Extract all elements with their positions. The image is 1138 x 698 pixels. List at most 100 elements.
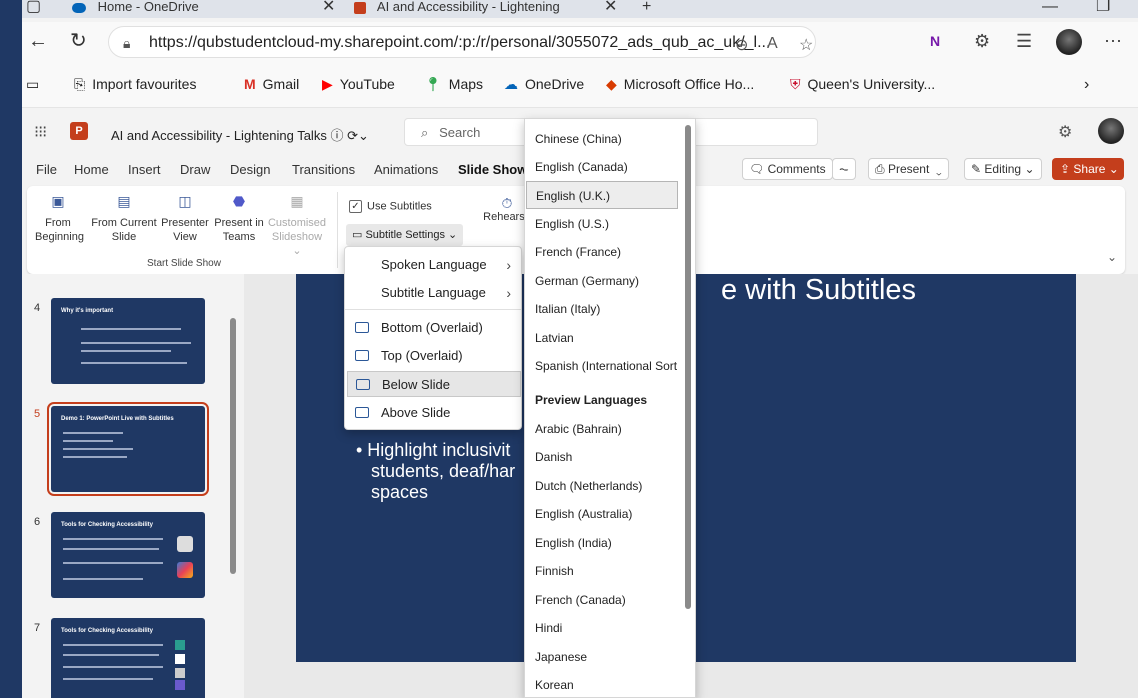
slide-thumbnail-selected[interactable]: Demo 1: PowerPoint Live with Subtitles [47,402,209,496]
thumbnail-text [63,456,127,458]
thumbnails-scrollbar[interactable] [230,318,236,574]
menu-item-top-overlaid[interactable]: Top (Overlaid) [347,343,521,369]
language-option[interactable]: Spanish (International Sort [526,352,678,380]
language-option[interactable]: Italian (Italy) [526,295,678,323]
thumbnail-text [81,328,181,330]
language-option-selected[interactable]: English (U.K.) [526,181,678,209]
presenter-view-button[interactable]: ◫ Presenter View [161,194,209,244]
favourites-overflow-icon[interactable]: › [1084,76,1089,94]
settings-gear-icon[interactable]: ⚙ [1058,122,1072,142]
menu-item-above-slide[interactable]: Above Slide [347,400,521,426]
app-launcher-icon[interactable]: ⁝⁝⁝ [34,122,47,142]
subtitle-settings-button[interactable]: ▭ Subtitle Settings ⌄ [346,224,464,246]
language-option[interactable]: English (Australia) [526,500,678,528]
read-aloud-icon[interactable]: A [767,35,778,53]
tool-logo-icon [175,654,185,664]
menu-item-subtitle-language[interactable]: Subtitle Language › [347,280,521,306]
fav-office[interactable]: ◆ Microsoft Office Ho... [606,76,754,93]
account-avatar[interactable] [1098,118,1124,144]
use-subtitles-checkbox[interactable]: ✓ Use Subtitles [349,200,432,213]
activity-icon: ⏦ [839,162,849,176]
language-option[interactable]: Chinese (China) [526,125,678,153]
from-current-slide-button[interactable]: ▤ From Current Slide [91,194,157,244]
collections-icon[interactable]: ▭ [26,76,39,93]
slide-thumbnail[interactable]: Tools for Checking Accessibility [51,512,205,598]
close-tab-icon[interactable]: ✕ [322,0,335,15]
language-option[interactable]: Japanese [526,643,678,671]
app-logo-icon [177,562,193,578]
fav-gmail[interactable]: M Gmail [244,76,299,92]
from-beginning-button[interactable]: ▣ From Beginning [35,194,84,244]
favourite-star-icon[interactable]: ☆ [799,35,813,55]
back-icon[interactable]: ← [28,30,48,52]
language-option[interactable]: English (Canada) [526,153,678,181]
minimize-icon[interactable]: — [1042,0,1058,15]
thumbnail-text [81,362,187,364]
slide-bullet: • Highlight inclusivit students, deaf/ha… [356,440,516,502]
share-button[interactable]: ⇪ Share ⌄ [1052,158,1124,180]
tab-onedrive[interactable]: Home - OneDrive [72,0,199,18]
fav-youtube[interactable]: ▶ YouTube [322,76,395,93]
thumbnail-text [63,548,159,550]
tab-file[interactable]: File [36,162,57,177]
tab-draw[interactable]: Draw [180,162,210,177]
close-tab-icon[interactable]: ✕ [604,0,617,15]
slide-number: 7 [34,622,41,634]
fav-import[interactable]: ⎘ Import favourites [74,76,196,93]
ribbon-expand-icon[interactable]: ⌄ [1107,250,1117,264]
thumbnail-text [63,666,163,668]
presenter-view-label: Presenter View [161,217,209,243]
slide-thumbnail[interactable]: Why it's important [51,298,205,384]
slide-thumbnail[interactable]: Tools for Checking Accessibility [51,618,205,698]
help-icon[interactable]: ⓘ [330,128,343,143]
autosave-icon[interactable]: ⟳⌄ [347,128,369,143]
catch-up-button[interactable]: ⏦ [832,158,856,180]
language-option[interactable]: English (India) [526,529,678,557]
fav-queens[interactable]: ⛨ Queen's University... [790,76,935,93]
url-field[interactable]: 🔒︎ https://qubstudentcloud-my.sharepoint… [108,26,816,58]
customised-slideshow-button[interactable]: ▦ Customised Slideshow ⌄ [267,194,327,258]
tab-powerpoint[interactable]: AI and Accessibility - Lightening [354,0,560,18]
editing-mode-button[interactable]: ✎ Editing ⌄ [964,158,1042,180]
language-option[interactable]: Latvian [526,324,678,352]
language-option[interactable]: German (Germany) [526,267,678,295]
tab-slide-show[interactable]: Slide Show [458,162,527,177]
tab-design[interactable]: Design [230,162,270,177]
tab-home[interactable]: Home [74,162,109,177]
extensions-icon[interactable]: ⚙ [974,31,990,51]
tab-animations[interactable]: Animations [374,162,438,177]
language-list-scrollbar[interactable] [685,125,691,609]
onenote-icon[interactable]: N [930,31,940,51]
language-option[interactable]: Danish [526,443,678,471]
new-tab-icon[interactable]: + [642,0,651,15]
language-option[interactable]: French (France) [526,238,678,266]
language-option[interactable]: English (U.S.) [526,210,678,238]
language-option[interactable]: Hindi [526,614,678,642]
refresh-icon[interactable]: ↻ [70,30,87,52]
tab-insert[interactable]: Insert [128,162,161,177]
present-button[interactable]: ⎙ Present ⌄ [868,158,949,180]
favourites-icon[interactable]: ☰ [1016,31,1032,51]
document-title[interactable]: AI and Accessibility - Lightening Talks … [111,125,369,144]
more-options-icon[interactable]: ⋯ [1104,31,1122,51]
language-option[interactable]: Finnish [526,557,678,585]
language-option[interactable]: Arabic (Bahrain) [526,415,678,443]
menu-item-spoken-language[interactable]: Spoken Language › [347,252,521,278]
group-label-start-slide-show: Start Slide Show [147,258,221,269]
menu-item-bottom-overlaid[interactable]: Bottom (Overlaid) [347,315,521,341]
profile-avatar[interactable] [1056,29,1082,55]
language-option[interactable]: Dutch (Netherlands) [526,472,678,500]
tab-transitions[interactable]: Transitions [292,162,355,177]
fav-onedrive[interactable]: ☁ OneDrive [504,76,584,93]
present-in-teams-button[interactable]: ⬣ Present in Teams [213,194,265,244]
comments-button[interactable]: 🗨︎ Comments [742,158,833,180]
language-option[interactable]: Korean [526,671,678,697]
lock-icon: 🔒︎ [123,35,131,51]
openai-logo-icon [177,536,193,552]
fav-maps[interactable]: 📍︎ Maps [424,76,483,93]
menu-item-below-slide[interactable]: Below Slide [347,371,521,397]
language-option[interactable]: French (Canada) [526,586,678,614]
zoom-icon[interactable]: ⊖ [735,35,748,55]
tab-actions-icon[interactable]: ▢ [26,0,41,15]
restore-icon[interactable]: ❐ [1096,0,1110,15]
